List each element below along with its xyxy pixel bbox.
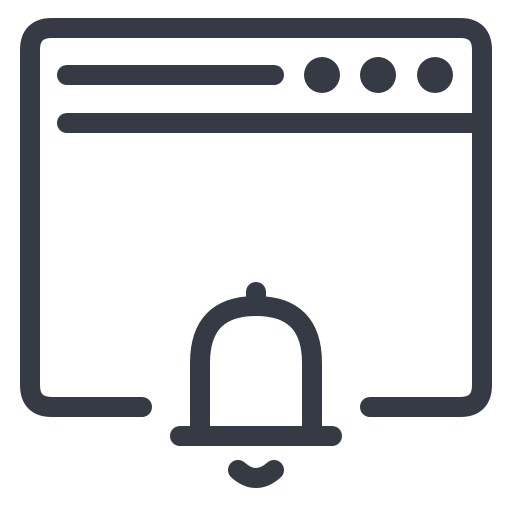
bell-clapper [228,460,284,488]
bell-body [190,296,322,440]
browser-window-notification-bell-icon [20,18,492,488]
icon-canvas [0,0,512,512]
window-dot-2 [360,57,396,93]
window-dot-3 [417,57,453,93]
window-dot-1 [304,57,340,93]
